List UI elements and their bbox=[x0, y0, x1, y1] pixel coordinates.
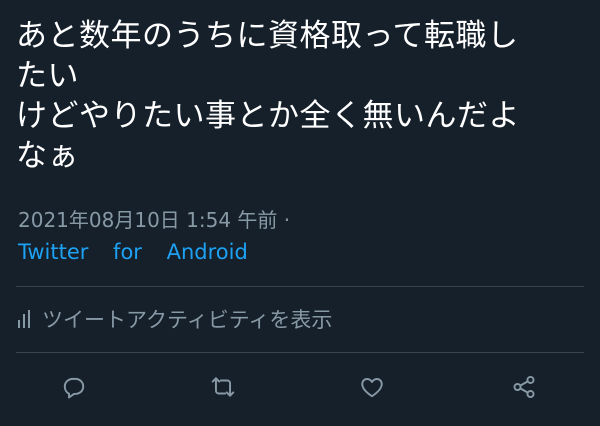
tweet-activity-link[interactable]: ツイートアクティビティを表示 bbox=[18, 304, 332, 334]
divider bbox=[16, 352, 584, 353]
like-icon bbox=[361, 378, 383, 398]
tweet-text-line: たい bbox=[16, 58, 79, 94]
tweet-text-line: なぁ bbox=[16, 138, 79, 174]
analytics-bars-icon bbox=[18, 310, 30, 328]
retweet-button[interactable] bbox=[206, 370, 240, 404]
tweet-text-line: けどやりたい事とか全く無いんだよ bbox=[16, 98, 520, 134]
share-button[interactable] bbox=[507, 370, 541, 404]
reply-icon bbox=[63, 377, 85, 399]
reply-button[interactable] bbox=[57, 370, 91, 404]
tweet-timestamp[interactable]: 2021年08月10日 1:54 午前 · bbox=[18, 204, 290, 233]
share-icon bbox=[513, 375, 535, 399]
tweet-text: あと数年のうちに資格取って転職し たい けどやりたい事とか全く無いんだよ なぁ bbox=[16, 16, 588, 176]
divider bbox=[16, 286, 584, 287]
tweet-text-line: あと数年のうちに資格取って転職し bbox=[16, 18, 519, 54]
like-button[interactable] bbox=[355, 370, 389, 404]
tweet-actions-bar bbox=[0, 370, 600, 406]
tweet-activity-label: ツイートアクティビティを表示 bbox=[42, 308, 333, 332]
retweet-icon bbox=[211, 377, 235, 397]
tweet-source-link[interactable]: Twitter for Android bbox=[18, 240, 248, 264]
